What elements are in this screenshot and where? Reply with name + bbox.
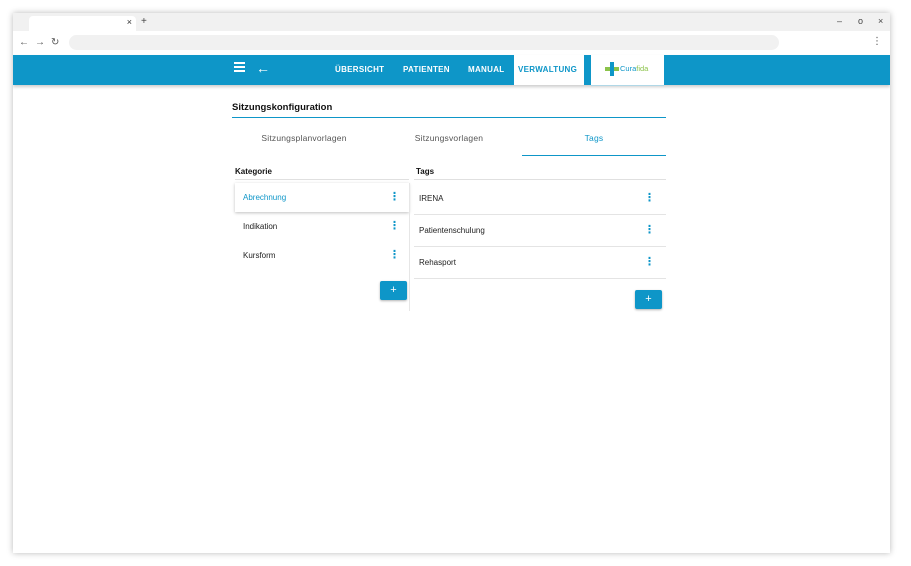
kategorie-item-label: Abrechnung	[243, 193, 287, 202]
browser-window: × + – o × ← → ↻ ⋮ ← ÜBERSICHT PATIENTEN …	[13, 13, 890, 553]
kategorie-header: Kategorie	[235, 167, 272, 176]
tags-list: IRENA ⋮ Patientenschulung ⋮ Rehasport ⋮	[414, 183, 666, 279]
tags-header-rule	[414, 179, 666, 180]
kategorie-item-label: Indikation	[243, 222, 278, 231]
page-title: Sitzungskonfiguration	[232, 102, 666, 118]
tag-item-patientenschulung[interactable]: Patientenschulung ⋮	[414, 215, 666, 247]
tab-sitzungsplanvorlagen[interactable]: Sitzungsplanvorlagen	[232, 126, 376, 155]
nav-verwaltung[interactable]: VERWALTUNG	[514, 55, 584, 85]
content-tabs: Sitzungsplanvorlagen Sitzungsvorlagen Ta…	[232, 126, 666, 156]
more-vert-icon[interactable]: ⋮	[644, 215, 655, 246]
window-close-icon[interactable]: ×	[878, 16, 883, 26]
nav-uebersicht[interactable]: ÜBERSICHT	[329, 55, 390, 85]
tag-item-label: IRENA	[419, 194, 444, 203]
kategorie-item-indikation[interactable]: Indikation ⋮	[235, 212, 409, 241]
column-divider	[409, 183, 410, 311]
browser-toolbar: ← → ↻ ⋮	[13, 31, 890, 55]
tab-sitzungsvorlagen[interactable]: Sitzungsvorlagen	[377, 126, 521, 155]
nav-manual[interactable]: MANUAL	[462, 55, 510, 85]
more-vert-icon[interactable]: ⋮	[644, 247, 655, 278]
kategorie-header-rule	[235, 179, 409, 180]
tab-tags[interactable]: Tags	[522, 126, 666, 156]
tag-item-label: Rehasport	[419, 258, 456, 267]
menu-icon[interactable]	[234, 62, 245, 72]
browser-tab[interactable]: ×	[29, 16, 136, 31]
more-vert-icon[interactable]: ⋮	[644, 183, 655, 214]
kategorie-item-kursform[interactable]: Kursform ⋮	[235, 241, 409, 270]
tag-item-label: Patientenschulung	[419, 226, 485, 235]
kategorie-item-label: Kursform	[243, 251, 276, 260]
minimize-icon[interactable]: –	[837, 16, 842, 26]
maximize-icon[interactable]: o	[858, 16, 863, 26]
tab-close-icon[interactable]: ×	[127, 17, 132, 27]
back-arrow-icon[interactable]: ←	[256, 59, 270, 77]
logo-text: Curafida	[620, 64, 649, 73]
new-tab-icon[interactable]: +	[141, 16, 147, 27]
more-vert-icon[interactable]: ⋮	[389, 241, 400, 270]
app-header: ← ÜBERSICHT PATIENTEN MANUAL VERWALTUNG …	[13, 55, 890, 86]
reload-icon[interactable]: ↻	[51, 37, 59, 48]
kategorie-item-abrechnung[interactable]: Abrechnung ⋮	[235, 183, 409, 212]
logo-cross-icon	[605, 62, 619, 76]
nav-patienten[interactable]: PATIENTEN	[397, 55, 456, 85]
browser-back-icon[interactable]: ←	[19, 37, 29, 48]
browser-tabstrip: × + – o ×	[13, 13, 890, 31]
kategorie-list: Abrechnung ⋮ Indikation ⋮ Kursform ⋮	[235, 183, 409, 270]
add-tag-button[interactable]: +	[635, 290, 662, 309]
browser-forward-icon[interactable]: →	[35, 37, 45, 48]
browser-menu-icon[interactable]: ⋮	[872, 36, 882, 47]
logo: Curafida	[591, 55, 664, 86]
more-vert-icon[interactable]: ⋮	[389, 212, 400, 241]
more-vert-icon[interactable]: ⋮	[389, 183, 400, 212]
add-kategorie-button[interactable]: +	[380, 281, 407, 300]
tag-item-irena[interactable]: IRENA ⋮	[414, 183, 666, 215]
tag-item-rehasport[interactable]: Rehasport ⋮	[414, 247, 666, 279]
address-bar[interactable]	[69, 35, 779, 50]
tags-header: Tags	[416, 167, 435, 176]
